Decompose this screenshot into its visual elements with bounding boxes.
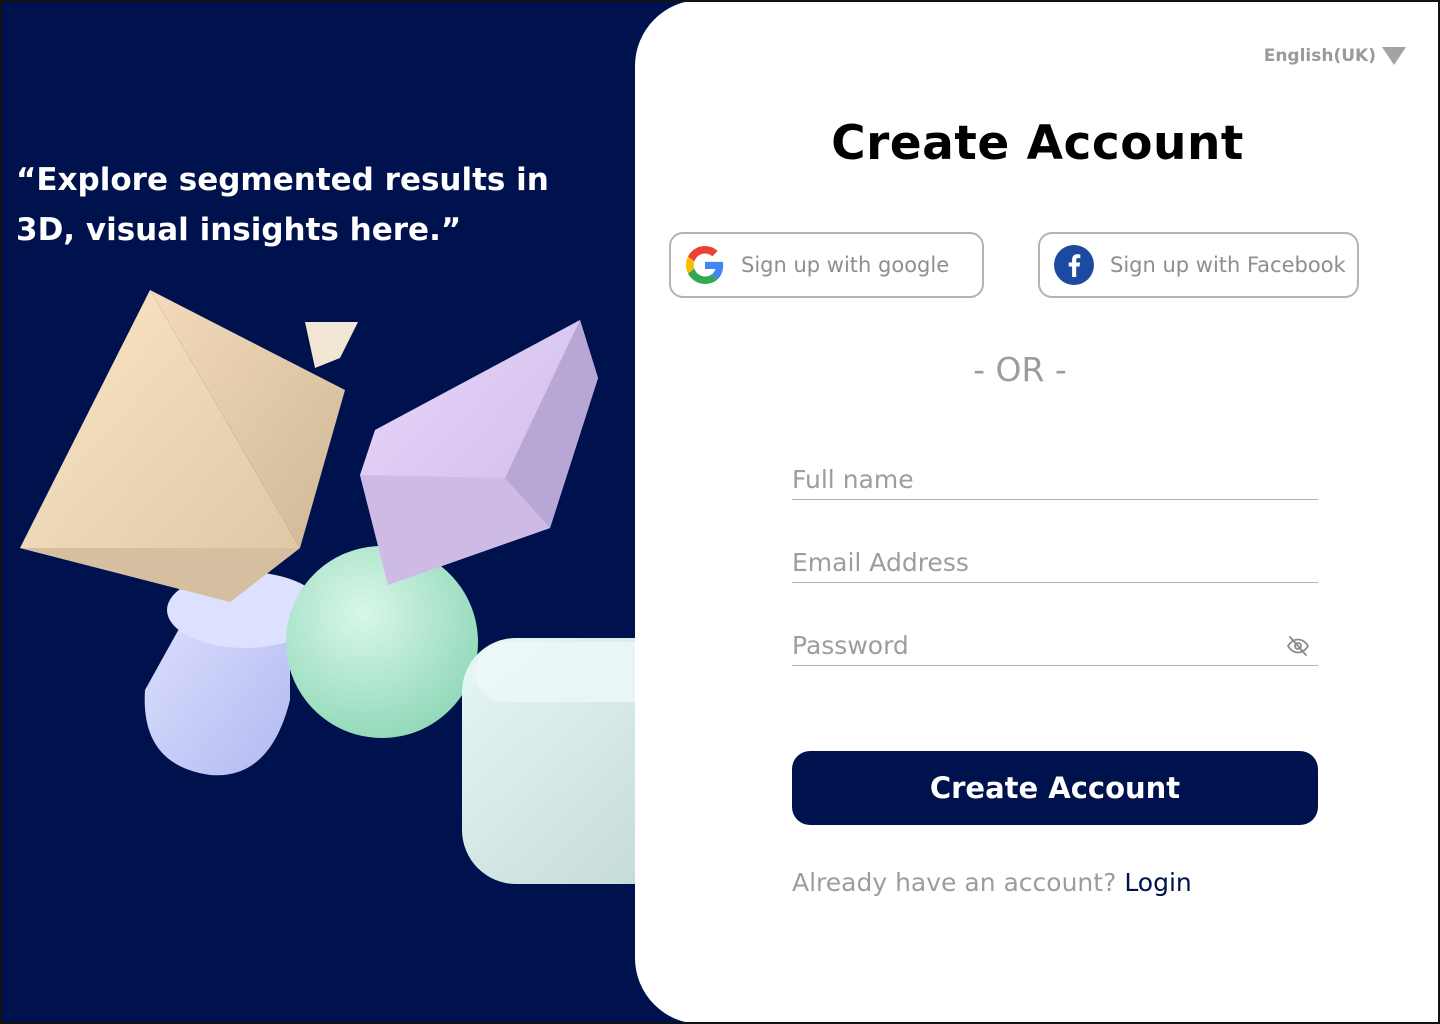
google-icon: [685, 245, 725, 285]
password-field: [792, 622, 1318, 666]
google-signup-button[interactable]: Sign up with google: [669, 232, 984, 298]
caret-down-icon: [1382, 47, 1406, 65]
or-divider: - OR -: [973, 350, 1067, 389]
password-input[interactable]: [792, 622, 1318, 665]
login-prompt: Already have an account? Login: [792, 868, 1192, 897]
page-title: Create Account: [831, 116, 1244, 171]
language-label: English(UK): [1263, 46, 1376, 66]
fullname-input[interactable]: [792, 456, 1318, 499]
hero-3d-shapes-illustration: [20, 290, 724, 884]
hero-tagline: “Explore segmented results in 3D, visual…: [16, 162, 549, 248]
google-signup-label: Sign up with google: [741, 253, 950, 277]
gem-shape: [360, 320, 598, 585]
signup-panel: English(UK) Create Account Sign up with …: [635, 0, 1440, 1024]
facebook-icon: [1054, 245, 1094, 285]
facebook-signup-label: Sign up with Facebook: [1110, 253, 1346, 277]
octahedron-shape: [20, 290, 358, 602]
fullname-field: [792, 456, 1318, 500]
hero-panel: “Explore segmented results in 3D, visual…: [0, 0, 724, 1024]
language-selector[interactable]: English(UK): [1264, 46, 1406, 66]
login-prompt-text: Already have an account?: [792, 868, 1117, 897]
email-field: [792, 539, 1318, 583]
create-account-button[interactable]: Create Account: [792, 751, 1318, 825]
facebook-signup-button[interactable]: Sign up with Facebook: [1038, 232, 1359, 298]
email-input[interactable]: [792, 539, 1318, 582]
login-link[interactable]: Login: [1124, 868, 1191, 897]
sphere-shape: [286, 546, 478, 738]
eye-slash-icon[interactable]: [1286, 634, 1310, 658]
